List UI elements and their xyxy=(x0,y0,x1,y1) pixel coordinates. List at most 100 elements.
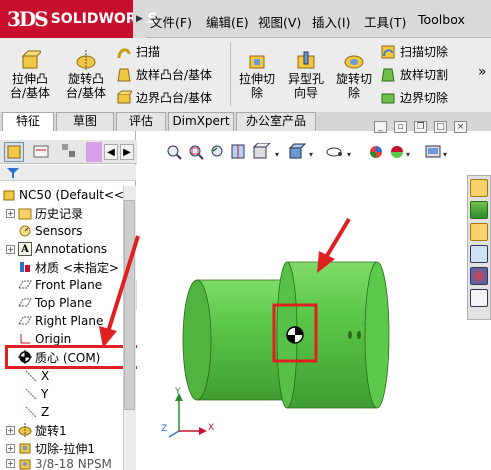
lofted-cut-icon xyxy=(380,67,396,83)
boundary-cut-icon xyxy=(380,90,396,106)
tree-item-sensors[interactable]: Sensors xyxy=(18,222,82,240)
menu-bar: 3DS SOLIDWORKS ▶ 文件(F) 编辑(E) 视图(V) 插入(I)… xyxy=(0,0,491,38)
swept-cut-icon xyxy=(380,44,396,60)
extruded-boss-button[interactable]: 拉伸凸 台/基体 xyxy=(8,50,52,100)
extruded-cut-button[interactable]: 拉伸切 除 xyxy=(235,50,279,100)
ribbon-separator xyxy=(230,42,231,106)
revolved-boss-label-2: 台/基体 xyxy=(65,86,107,100)
tree-item-revolve1[interactable]: + 旋转1 xyxy=(6,421,67,439)
hole-wizard-label-2: 向导 xyxy=(293,86,318,100)
boundary-boss-button[interactable]: 边界凸台/基体 xyxy=(116,89,212,106)
tree-item-label: 3/8-18 NPSM xyxy=(35,457,112,470)
tab-office-products[interactable]: 办公室产品 xyxy=(236,112,316,131)
expand-icon[interactable]: + xyxy=(6,443,15,453)
appearance-tab-icon[interactable] xyxy=(86,142,102,162)
tab-features[interactable]: 特征 xyxy=(2,112,54,131)
extruded-cut-icon xyxy=(246,50,268,70)
tab-dimxpert[interactable]: DimXpert xyxy=(168,112,234,131)
feature-manager-toolbar: ◀ ▶ xyxy=(0,140,140,164)
expand-icon[interactable]: + xyxy=(6,459,15,468)
feature-tree-tab-icon[interactable] xyxy=(4,142,24,162)
annotation-arrow-tree xyxy=(99,235,140,348)
triad-x-label: X xyxy=(208,423,215,433)
revolved-cut-button[interactable]: 旋转切 除 xyxy=(332,50,376,100)
menu-edit[interactable]: 编辑(E) xyxy=(206,12,249,31)
tree-item-x-axis[interactable]: X xyxy=(24,367,49,385)
tab-scroll-left-icon[interactable]: ◀ xyxy=(104,144,118,160)
tree-item-cut-extrude1[interactable]: + 切除-拉伸1 xyxy=(6,439,95,457)
extruded-cut-label-1: 拉伸切 xyxy=(238,72,275,86)
expand-icon[interactable]: + xyxy=(6,244,15,254)
loft-icon xyxy=(116,67,132,83)
origin-icon xyxy=(18,332,32,346)
tree-item-history[interactable]: + 历史记录 xyxy=(6,204,83,222)
expand-icon[interactable]: + xyxy=(6,425,15,435)
menu-tools[interactable]: 工具(T) xyxy=(364,12,406,31)
solidworks-logo[interactable]: 3DS SOLIDWORKS xyxy=(0,0,158,38)
plane-icon xyxy=(18,314,32,328)
tree-item-y-axis[interactable]: Y xyxy=(24,385,48,403)
property-manager-tab-icon[interactable] xyxy=(32,142,52,162)
menu-file[interactable]: 文件(F) xyxy=(150,12,192,31)
tree-item-label: Top Plane xyxy=(35,296,92,310)
sweep-icon xyxy=(116,44,132,60)
extruded-boss-icon xyxy=(19,50,44,70)
lofted-boss-label: 放样凸台/基体 xyxy=(136,68,213,82)
hole-wizard-button[interactable]: 异型孔 向导 xyxy=(284,50,328,100)
tab-sketch[interactable]: 草图 xyxy=(56,112,114,131)
plane-icon xyxy=(18,278,32,292)
boundary-cut-button[interactable]: 边界切除 xyxy=(380,89,448,106)
configuration-manager-tab-icon[interactable] xyxy=(60,142,80,162)
swept-boss-button[interactable]: 扫描 xyxy=(116,43,160,60)
center-of-mass-marker[interactable] xyxy=(286,326,304,344)
design-library-icon[interactable] xyxy=(470,201,488,219)
tree-item-z-axis[interactable]: Z xyxy=(24,403,49,421)
lofted-cut-button[interactable]: 放样切割 xyxy=(380,66,448,83)
command-manager: 拉伸凸 台/基体 旋转凸 台/基体 扫描 放样凸台/基体 边界凸台/基体 拉伸切… xyxy=(0,38,491,112)
solidworks-resources-icon[interactable] xyxy=(470,179,488,197)
tree-item-label: Sensors xyxy=(35,224,83,238)
ribbon-more-button[interactable]: » xyxy=(478,64,487,80)
tree-item-label: Origin xyxy=(35,332,72,346)
triad-z-label: Z xyxy=(161,424,168,434)
task-pane-tabs xyxy=(467,175,491,320)
menu-toolbox[interactable]: Toolbox xyxy=(418,12,465,27)
view-palette-icon[interactable] xyxy=(470,245,488,263)
filter-icon[interactable] xyxy=(6,167,20,179)
center-of-mass-icon xyxy=(18,350,32,364)
tab-evaluate[interactable]: 评估 xyxy=(116,112,166,131)
revolve-feature-icon xyxy=(18,423,32,437)
swept-cut-button[interactable]: 扫描切除 xyxy=(380,43,448,60)
svg-text:⋯: ⋯ xyxy=(361,321,366,327)
tab-scroll-right-icon[interactable]: ▶ xyxy=(120,144,134,160)
revolved-boss-label-1: 旋转凸 xyxy=(67,72,104,86)
appearances-scenes-icon[interactable] xyxy=(470,267,488,285)
hole-wizard-label-1: 异型孔 xyxy=(287,72,324,86)
tree-item-label: 旋转1 xyxy=(35,423,67,438)
tree-item-label: 切除-拉伸1 xyxy=(35,441,95,456)
menu-view[interactable]: 视图(V) xyxy=(258,12,301,31)
revolved-boss-icon xyxy=(75,50,97,70)
expand-icon[interactable]: + xyxy=(6,208,15,218)
boundary-boss-label: 边界凸台/基体 xyxy=(136,91,213,105)
revolved-cut-icon xyxy=(343,50,365,70)
part-model-view: ⋯ ⋯ xyxy=(168,217,390,438)
extruded-boss-label-2: 台/基体 xyxy=(9,86,51,100)
axis-icon xyxy=(24,405,38,419)
tree-part-root[interactable]: NC50 (Default<< xyxy=(2,186,124,204)
file-explorer-icon[interactable] xyxy=(470,223,488,241)
cylinder-small-section[interactable] xyxy=(182,279,287,401)
lofted-boss-button[interactable]: 放样凸台/基体 xyxy=(116,66,212,83)
tree-item-label: Y xyxy=(41,387,49,401)
triad-y-label: Y xyxy=(175,387,181,397)
revolved-boss-button[interactable]: 旋转凸 台/基体 xyxy=(62,50,110,100)
tree-item-top-plane[interactable]: Top Plane xyxy=(18,294,92,312)
hole-wizard-icon xyxy=(295,50,317,70)
tree-item-hole[interactable]: + 3/8-18 NPSM xyxy=(6,457,112,470)
extruded-cut-label-2: 除 xyxy=(250,86,263,100)
menu-insert[interactable]: 插入(I) xyxy=(312,12,350,31)
logo-dropdown-icon[interactable]: ▶ xyxy=(133,0,146,38)
svg-text:⋯: ⋯ xyxy=(343,323,348,329)
sensor-icon xyxy=(18,224,32,238)
custom-properties-icon[interactable] xyxy=(470,289,488,307)
